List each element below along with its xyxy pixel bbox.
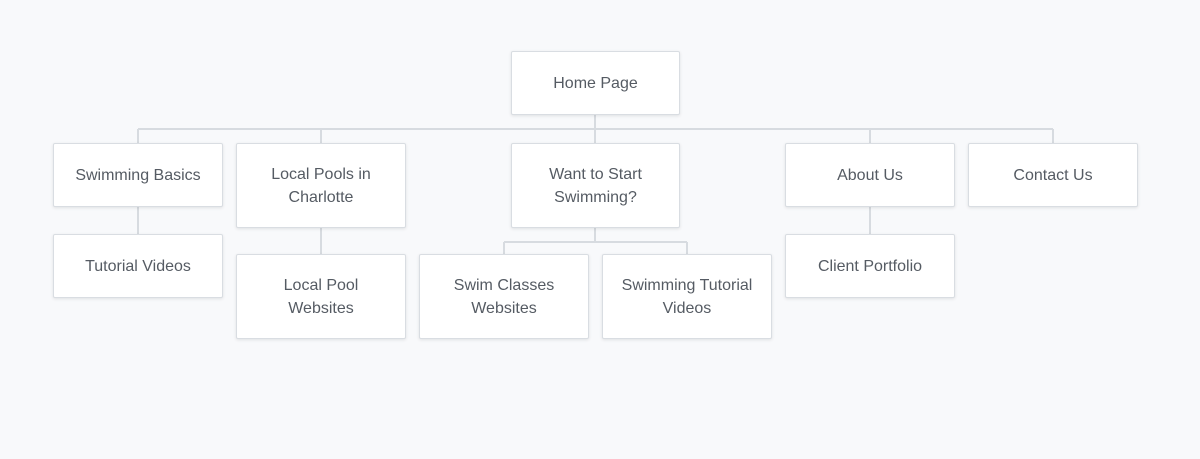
node-swimming-basics[interactable]: Swimming Basics — [53, 143, 223, 207]
node-local-pool-websites-label: Local Pool Websites — [283, 276, 359, 317]
node-swimming-basics-label: Swimming Basics — [75, 166, 201, 184]
node-want-to-start-swimming[interactable]: Want to Start Swimming? — [511, 143, 680, 228]
node-want-to-start-label: Want to Start Swimming? — [549, 165, 642, 206]
node-local-pools-label: Local Pools in Charlotte — [271, 165, 371, 206]
node-home-page[interactable]: Home Page — [511, 51, 680, 115]
node-local-pool-websites[interactable]: Local Pool Websites — [236, 254, 406, 339]
node-client-portfolio-label: Client Portfolio — [817, 257, 923, 275]
node-swim-classes-websites[interactable]: Swim Classes Websites — [419, 254, 589, 339]
sitemap-diagram: Home Page Swimming Basics Local Pools in… — [0, 0, 1200, 459]
node-swim-classes-label: Swim Classes Websites — [453, 276, 555, 317]
node-local-pools-in-charlotte[interactable]: Local Pools in Charlotte — [236, 143, 406, 228]
node-swimming-tutorial-videos[interactable]: Swimming Tutorial Videos — [602, 254, 772, 339]
node-client-portfolio[interactable]: Client Portfolio — [785, 234, 955, 298]
node-contact-us[interactable]: Contact Us — [968, 143, 1138, 207]
node-home-page-label: Home Page — [553, 74, 638, 92]
node-contact-us-label: Contact Us — [1013, 166, 1093, 184]
node-about-us-label: About Us — [837, 166, 903, 184]
node-about-us[interactable]: About Us — [785, 143, 955, 207]
node-tutorial-videos-label: Tutorial Videos — [85, 257, 191, 275]
node-swimming-tutorial-label: Swimming Tutorial Videos — [621, 276, 753, 317]
node-tutorial-videos[interactable]: Tutorial Videos — [53, 234, 223, 298]
